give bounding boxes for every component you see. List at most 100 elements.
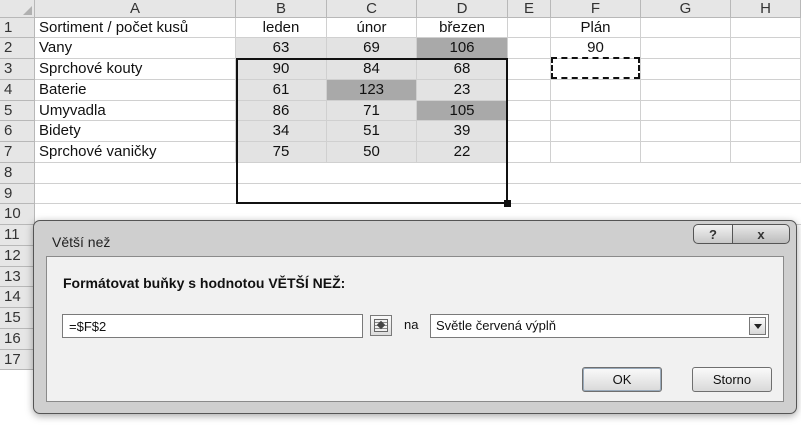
connector-label: na [404,317,419,332]
select-all-corner[interactable] [0,0,35,18]
cell-d1[interactable]: březen [417,18,508,38]
row-header[interactable]: 10 [0,204,35,225]
cell-e2[interactable] [508,38,551,59]
row-header[interactable]: 12 [0,246,35,267]
cell-h2[interactable] [731,38,801,59]
cell-a6[interactable]: Bidety [35,121,236,142]
row-header[interactable]: 3 [0,59,35,80]
cell-h3[interactable] [731,59,801,80]
format-select[interactable]: Světle červená výplň [430,314,769,338]
cell-h4[interactable] [731,80,801,101]
cell-d6[interactable]: 39 [417,121,508,142]
row-header[interactable]: 2 [0,38,35,59]
cell-b6[interactable]: 34 [236,121,327,142]
cell-h7[interactable] [731,142,801,163]
row-header[interactable]: 7 [0,142,35,163]
cell-d3[interactable]: 68 [417,59,508,80]
cell-b7[interactable]: 75 [236,142,327,163]
column-header-f[interactable]: F [551,0,641,18]
cell-a5[interactable]: Umyvadla [35,101,236,121]
window-buttons: ? x [693,224,790,244]
cell-b2[interactable]: 63 [236,38,327,59]
cell-d4[interactable]: 23 [417,80,508,101]
cell-c1[interactable]: únor [327,18,417,38]
row-header[interactable]: 1 [0,18,35,38]
cell-a3[interactable]: Sprchové kouty [35,59,236,80]
cell-e5[interactable] [508,101,551,121]
cell-e7[interactable] [508,142,551,163]
cell-a1[interactable]: Sortiment / počet kusů [35,18,236,38]
row-header[interactable]: 4 [0,80,35,101]
cell-a7[interactable]: Sprchové vaničky [35,142,236,163]
column-header-e[interactable]: E [508,0,551,18]
cell-c5[interactable]: 71 [327,101,417,121]
cell-h6[interactable] [731,121,801,142]
column-header-b[interactable]: B [236,0,327,18]
cell-c3[interactable]: 84 [327,59,417,80]
cell-f6[interactable] [551,121,641,142]
help-button[interactable]: ? [693,224,733,244]
dropdown-button[interactable] [749,317,766,335]
row-header[interactable]: 16 [0,329,35,350]
cell-a4[interactable]: Baterie [35,80,236,101]
row-header[interactable]: 15 [0,308,35,329]
row-header[interactable]: 13 [0,267,35,287]
column-header-a[interactable]: A [35,0,236,18]
cell-d2[interactable]: 106 [417,38,508,59]
cell-a2[interactable]: Vany [35,38,236,59]
cell-e1[interactable] [508,18,551,38]
cell-c2[interactable]: 69 [327,38,417,59]
dialog-heading: Formátovat buňky s hodnotou VĚTŠÍ NEŽ: [63,275,346,291]
cell-f1[interactable]: Plán [551,18,641,38]
range-picker-button[interactable] [370,315,392,336]
cell-c6[interactable]: 51 [327,121,417,142]
row-header[interactable]: 11 [0,225,35,246]
ok-button[interactable]: OK [582,367,662,392]
fill-handle[interactable] [504,200,511,207]
column-header-d[interactable]: D [417,0,508,18]
row-header[interactable]: 9 [0,184,35,204]
dialog-body: Formátovat buňky s hodnotou VĚTŠÍ NEŽ: n… [46,256,784,402]
row-header[interactable]: 8 [0,163,35,184]
cell-e6[interactable] [508,121,551,142]
empty-row-area[interactable] [35,184,801,204]
cell-g6[interactable] [641,121,731,142]
row-header[interactable]: 17 [0,350,35,370]
cell-e4[interactable] [508,80,551,101]
row-header[interactable]: 14 [0,287,35,308]
cell-e3[interactable] [508,59,551,80]
cell-f3[interactable] [551,59,641,80]
cell-h1[interactable] [731,18,801,38]
cell-c7[interactable]: 50 [327,142,417,163]
cell-d7[interactable]: 22 [417,142,508,163]
greater-than-dialog: Větší než ? x Formátovat buňky s hodnoto… [33,220,797,414]
cell-g3[interactable] [641,59,731,80]
value-input[interactable] [62,314,363,338]
cell-c4[interactable]: 123 [327,80,417,101]
cell-d5[interactable]: 105 [417,101,508,121]
cell-b1[interactable]: leden [236,18,327,38]
column-header-h[interactable]: H [731,0,801,18]
cell-h5[interactable] [731,101,801,121]
cell-f5[interactable] [551,101,641,121]
column-header-c[interactable]: C [327,0,417,18]
close-button[interactable]: x [733,224,790,244]
cell-b3[interactable]: 90 [236,59,327,80]
cell-g4[interactable] [641,80,731,101]
cell-g2[interactable] [641,38,731,59]
chevron-down-icon [753,323,762,329]
row-header[interactable]: 6 [0,121,35,142]
cell-g1[interactable] [641,18,731,38]
column-header-g[interactable]: G [641,0,731,18]
empty-row-area[interactable] [35,163,801,184]
cell-f7[interactable] [551,142,641,163]
spreadsheet: A B C D E F G H 1 2 3 4 5 6 7 8 9 10 11 … [0,0,801,432]
cancel-button[interactable]: Storno [692,367,772,392]
cell-g7[interactable] [641,142,731,163]
cell-b4[interactable]: 61 [236,80,327,101]
cell-f2[interactable]: 90 [551,38,641,59]
cell-f4[interactable] [551,80,641,101]
cell-b5[interactable]: 86 [236,101,327,121]
cell-g5[interactable] [641,101,731,121]
row-header[interactable]: 5 [0,101,35,121]
